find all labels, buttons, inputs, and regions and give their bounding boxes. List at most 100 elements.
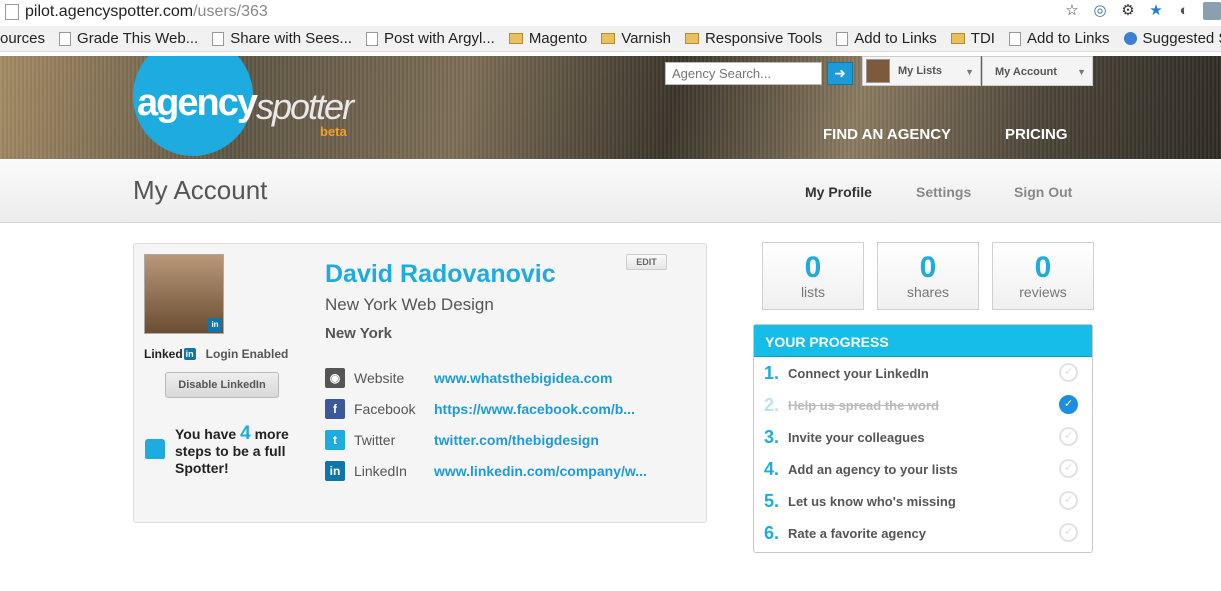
my-lists-dropdown[interactable]: My Lists ▼	[862, 56, 981, 86]
edit-button[interactable]: EDIT	[626, 254, 667, 270]
bookmark-item[interactable]: Add to Links	[836, 30, 937, 47]
stat-value: 0	[1034, 251, 1052, 284]
bookmark-item[interactable]: Responsive Tools	[684, 30, 822, 47]
progress-item[interactable]: 1. Connect your LinkedIn ✓	[764, 362, 1084, 384]
bookmark-item[interactable]: Post with Argyl...	[365, 30, 495, 47]
profile-name: David Radovanovic	[325, 260, 556, 288]
folder-icon	[601, 33, 616, 44]
bookmark-item[interactable]: Varnish	[601, 30, 671, 47]
bookmark-item[interactable]: Share with Sees...	[212, 30, 352, 47]
progress-item[interactable]: 5. Let us know who's missing ✓	[764, 490, 1084, 512]
logo-text-spotter[interactable]: spotter	[256, 86, 354, 128]
extension-icon[interactable]: ◎	[1091, 2, 1109, 20]
progress-item[interactable]: 6. Rate a favorite agency ✓	[764, 522, 1084, 544]
link-value[interactable]: twitter.com/thebigdesign	[434, 432, 599, 448]
search-button[interactable]: ➜	[827, 62, 853, 85]
chevron-down-icon: ▼	[965, 67, 974, 77]
folder-icon	[684, 33, 699, 44]
tab-settings[interactable]: Settings	[916, 184, 971, 200]
my-account-label: My Account	[995, 66, 1057, 78]
progress-item[interactable]: 3. Invite your colleagues ✓	[764, 426, 1084, 448]
bookmark-star-icon[interactable]: ★	[1147, 2, 1165, 20]
check-icon: ✓	[1059, 459, 1078, 478]
linkedin-logo: Linked	[144, 347, 183, 361]
stat-label: reviews	[1019, 284, 1067, 300]
progress-text: Add an agency to your lists	[788, 461, 958, 477]
stat-label: shares	[906, 284, 950, 300]
thumbs-up-icon	[145, 439, 165, 459]
login-status: Login Enabled	[205, 347, 289, 361]
stat-value: 0	[804, 251, 822, 284]
progress-title: YOUR PROGRESS	[754, 325, 1092, 357]
progress-text: Connect your LinkedIn	[788, 365, 929, 381]
account-subheader: My Account My Profile Settings Sign Out	[0, 160, 1221, 223]
bookmark-label: TDI	[970, 30, 995, 47]
twitter-icon: t	[325, 430, 345, 450]
bookmark-label: Add to Links	[1026, 30, 1110, 47]
nav-find-an-agency[interactable]: FIND AN AGENCY	[823, 126, 951, 143]
disable-linkedin-button[interactable]: Disable LinkedIn	[165, 372, 279, 398]
check-icon: ✓	[1059, 427, 1078, 446]
stat-label: lists	[800, 284, 826, 300]
address-bar[interactable]: pilot.agencyspotter.com/users/363 ☆ ◎ ⚙ …	[0, 0, 1221, 24]
bookmark-item[interactable]: ources	[0, 30, 45, 47]
profile-link-row: in LinkedIn www.linkedin.com/company/w...	[325, 461, 647, 481]
page-icon	[59, 31, 72, 46]
progress-number: 3.	[764, 426, 780, 447]
tab-sign-out[interactable]: Sign Out	[1014, 184, 1072, 200]
bookmark-item[interactable]: Grade This Web...	[59, 30, 198, 47]
bookmark-item[interactable]: TDI	[950, 30, 995, 47]
progress-item[interactable]: 4. Add an agency to your lists ✓	[764, 458, 1084, 480]
stat-value: 0	[919, 251, 937, 284]
folder-icon	[950, 33, 965, 44]
check-icon: ✓	[1059, 523, 1078, 542]
bookmark-item[interactable]: Magento	[508, 30, 588, 47]
check-icon: ✓	[1059, 395, 1078, 414]
bookmark-label: ources	[0, 30, 46, 47]
bookmark-item[interactable]: Add to Links	[1008, 30, 1110, 47]
progress-number: 2.	[764, 394, 780, 415]
globe-icon: ◉	[325, 368, 345, 388]
stat-box-reviews[interactable]: 0 reviews	[992, 242, 1094, 310]
page-title: My Account	[133, 175, 268, 205]
bookmark-item[interactable]: Suggested Sit	[1123, 30, 1221, 47]
link-value[interactable]: www.linkedin.com/company/w...	[434, 463, 647, 479]
facebook-icon: f	[325, 399, 345, 419]
nav-pricing[interactable]: PRICING	[1005, 126, 1068, 143]
avatar	[866, 59, 890, 83]
link-value[interactable]: https://www.facebook.com/b...	[434, 401, 635, 417]
folder-icon	[508, 33, 523, 44]
site-header: agency spotter beta ➜ My Lists ▼ My Acco…	[0, 56, 1221, 159]
bookmark-label: Post with Argyl...	[383, 30, 495, 47]
logo-text-agency[interactable]: agency	[137, 82, 258, 125]
page-icon	[836, 31, 849, 46]
bookmark-label: Magento	[528, 30, 588, 47]
link-value[interactable]: www.whatsthebigidea.com	[434, 370, 612, 386]
profile-icon[interactable]	[1203, 2, 1221, 20]
page-icon	[1008, 31, 1021, 46]
agency-search-input[interactable]	[665, 62, 822, 85]
progress-number: 5.	[764, 490, 780, 511]
stat-box-shares[interactable]: 0 shares	[877, 242, 979, 310]
extension2-icon[interactable]: ◐	[1175, 2, 1193, 20]
profile-link-row: f Facebook https://www.facebook.com/b...	[325, 399, 635, 419]
progress-panel: YOUR PROGRESS 1. Connect your LinkedIn ✓ 2.…	[753, 324, 1093, 553]
progress-text: Invite your colleagues	[788, 429, 925, 445]
linkedin-badge-icon: in	[208, 318, 222, 332]
profile-photo: in	[144, 254, 224, 334]
tab-my-profile[interactable]: My Profile	[805, 184, 872, 200]
my-account-dropdown[interactable]: My Account ▼	[982, 56, 1093, 86]
logo-beta: beta	[320, 124, 347, 139]
profile-link-row: t Twitter twitter.com/thebigdesign	[325, 430, 599, 450]
progress-item[interactable]: 2. Help us spread the word ✓	[764, 394, 1084, 416]
star-icon[interactable]: ☆	[1063, 2, 1081, 20]
check-icon: ✓	[1059, 491, 1078, 510]
link-label: Twitter	[354, 432, 396, 448]
browser-toolbar-icons: ☆ ◎ ⚙ ★ ◐	[1063, 2, 1221, 20]
progress-text: Let us know who's missing	[788, 493, 956, 509]
linkedin-status: Linked in Login Enabled	[144, 347, 288, 361]
gear-icon[interactable]: ⚙	[1119, 2, 1137, 20]
stat-box-lists[interactable]: 0 lists	[762, 242, 864, 310]
bookmark-label: Share with Sees...	[230, 30, 352, 47]
check-icon: ✓	[1059, 363, 1078, 382]
